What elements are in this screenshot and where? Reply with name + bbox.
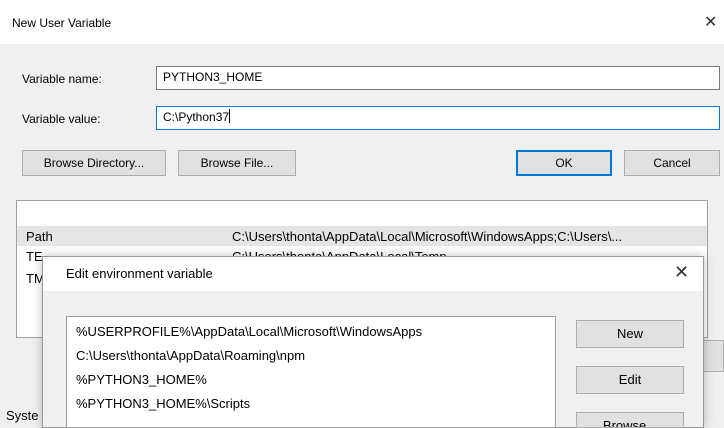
variable-value-input[interactable]: C:\Python37	[156, 106, 720, 130]
browse-directory-button[interactable]: Browse Directory...	[22, 150, 166, 176]
new-button[interactable]: New	[576, 320, 684, 348]
close-icon[interactable]: ✕	[674, 262, 689, 283]
list-item[interactable]: %PYTHON3_HOME%	[76, 372, 207, 387]
variable-name-value: PYTHON3_HOME	[163, 70, 263, 84]
browse-button[interactable]: Browse...	[576, 412, 684, 428]
variable-value-value: C:\Python37	[163, 110, 230, 124]
variable-value-cell: C:\Users\thonta\AppData\Local\Microsoft\…	[232, 229, 623, 244]
list-item[interactable]: C:\Users\thonta\AppData\Roaming\npm	[76, 348, 305, 363]
ok-button[interactable]: OK	[516, 150, 612, 176]
list-item[interactable]: %USERPROFILE%\AppData\Local\Microsoft\Wi…	[76, 324, 422, 339]
variable-name-label: Variable name:	[22, 72, 102, 86]
system-variables-label: Syste	[6, 408, 39, 423]
list-item[interactable]: %PYTHON3_HOME%\Scripts	[76, 396, 250, 411]
edit-button[interactable]: Edit	[576, 366, 684, 394]
variable-name-input[interactable]: PYTHON3_HOME	[156, 66, 720, 90]
new-user-variable-title: New User Variable	[12, 16, 112, 30]
edit-dialog-title: Edit environment variable	[66, 266, 213, 281]
variable-value-label: Variable value:	[22, 112, 101, 126]
variable-name-cell: Path	[26, 229, 53, 244]
variable-name-cell: TE	[26, 249, 43, 264]
text-cursor	[229, 109, 231, 123]
cancel-button[interactable]: Cancel	[624, 150, 720, 176]
close-icon[interactable]: ✕	[704, 12, 717, 32]
browse-file-button[interactable]: Browse File...	[178, 150, 296, 176]
